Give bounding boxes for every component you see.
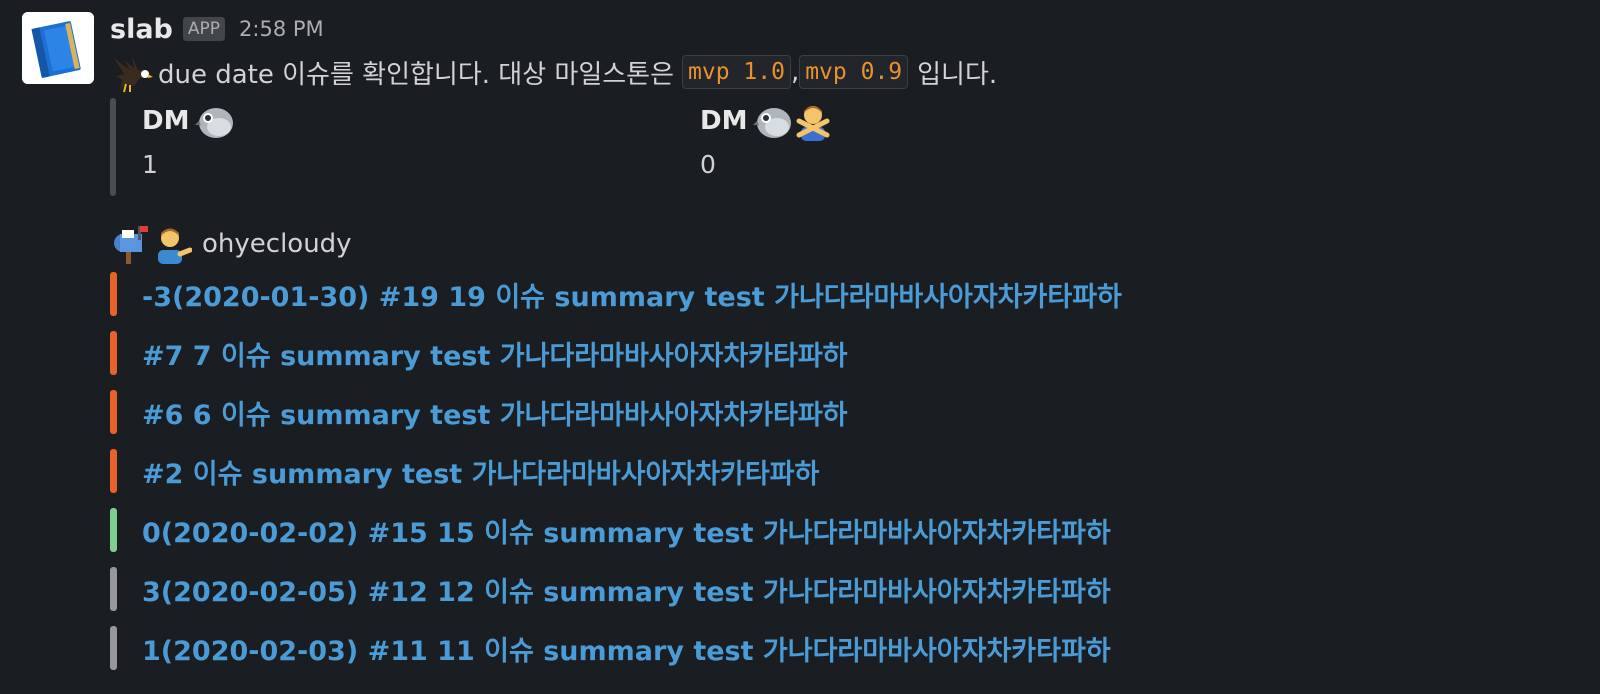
issue-link[interactable]: -3(2020-01-30) #19 19 이슈 summary test 가나… xyxy=(142,275,1122,314)
issue-status-bar xyxy=(110,567,117,611)
person-tipping-hand-icon xyxy=(158,228,192,264)
issue-link[interactable]: 1(2020-02-03) #11 11 이슈 summary test 가나다… xyxy=(142,629,1111,668)
person-no-gesture-icon xyxy=(796,106,830,141)
message-intro-text: due date 이슈를 확인합니다. 대상 마일스톤은 xyxy=(158,59,674,90)
issue-link[interactable]: #7 7 이슈 summary test 가나다라마바사아자차카타파하 xyxy=(142,334,848,373)
issue-attachment: #6 6 이슈 summary test 가나다라마바사아자차카타파하 xyxy=(110,390,848,434)
issue-link[interactable]: #6 6 이슈 summary test 가나다라마바사아자차카타파하 xyxy=(142,393,848,432)
issue-attachment: -3(2020-01-30) #19 19 이슈 summary test 가나… xyxy=(110,272,1122,316)
field-title: DM xyxy=(142,106,190,136)
app-avatar[interactable] xyxy=(22,12,94,84)
field-value: 0 xyxy=(700,149,716,179)
stats-field: DM 0 xyxy=(700,98,833,184)
message-header: slab APP 2:58 PM xyxy=(110,12,324,46)
issue-status-bar xyxy=(110,508,117,552)
milestone-separator: , xyxy=(790,57,800,87)
stats-attachment: DM 1 DM 0 xyxy=(110,98,1310,196)
issue-attachment: #2 이슈 summary test 가나다라마바사아자차카타파하 xyxy=(110,449,819,493)
message-timestamp[interactable]: 2:58 PM xyxy=(239,17,324,41)
issue-link[interactable]: 3(2020-02-05) #12 12 이슈 summary test 가나다… xyxy=(142,570,1111,609)
notebook-icon xyxy=(22,12,94,84)
milestone-code: mvp 1.0 xyxy=(682,55,791,89)
issue-link[interactable]: #2 이슈 summary test 가나다라마바사아자차카타파하 xyxy=(142,452,819,491)
owner-name[interactable]: ohyecloudy xyxy=(202,229,352,259)
issue-attachment: #7 7 이슈 summary test 가나다라마바사아자차카타파하 xyxy=(110,331,848,375)
pigeon-icon xyxy=(753,108,792,138)
issue-attachment: 1(2020-02-03) #11 11 이슈 summary test 가나다… xyxy=(110,626,1111,670)
issue-status-bar xyxy=(110,331,117,375)
issue-status-bar xyxy=(110,272,117,316)
attachment-bar xyxy=(110,98,116,196)
issue-attachment: 3(2020-02-05) #12 12 이슈 summary test 가나다… xyxy=(110,567,1111,611)
issue-status-bar xyxy=(110,626,117,670)
sender-name[interactable]: slab xyxy=(110,14,173,45)
message-text: due date 이슈를 확인합니다. 대상 마일스톤은 mvp 1.0 , m… xyxy=(110,52,998,93)
field-value: 1 xyxy=(142,149,158,179)
mailbox-icon xyxy=(114,226,148,264)
issue-attachment: 0(2020-02-02) #15 15 이슈 summary test 가나다… xyxy=(110,508,1111,552)
stats-field: DM 1 xyxy=(142,98,235,184)
field-title: DM xyxy=(700,106,748,136)
message-outro-text: 입니다. xyxy=(917,59,998,90)
pigeon-icon xyxy=(195,108,234,138)
issue-link[interactable]: 0(2020-02-02) #15 15 이슈 summary test 가나다… xyxy=(142,511,1111,550)
eagle-icon xyxy=(114,56,153,93)
owner-line: ohyecloudy xyxy=(110,222,352,266)
milestone-code: mvp 0.9 xyxy=(799,55,909,89)
app-badge: APP xyxy=(182,17,226,41)
issue-status-bar xyxy=(110,390,117,434)
issue-status-bar xyxy=(110,449,117,493)
